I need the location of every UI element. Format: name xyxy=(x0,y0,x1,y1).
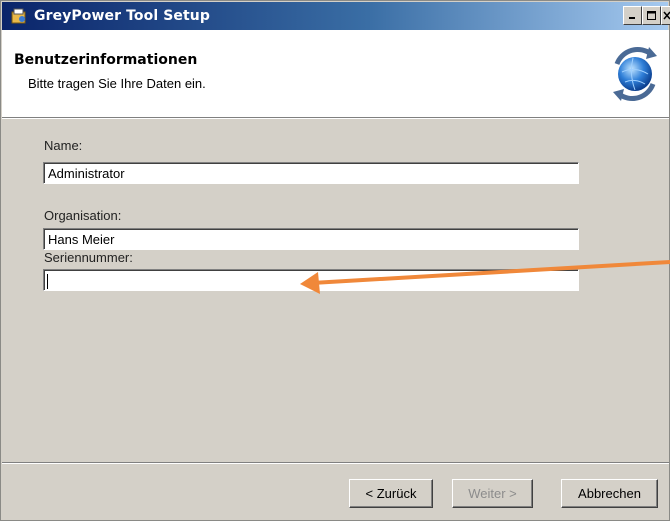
setup-window: GreyPower Tool Setup Benutzerinformation… xyxy=(0,0,670,521)
serial-number-field[interactable] xyxy=(43,269,579,291)
next-button[interactable]: Weiter > xyxy=(452,479,533,508)
page-title: Benutzerinformationen xyxy=(14,52,198,68)
maximize-icon xyxy=(647,11,656,20)
serial-label: Seriennummer: xyxy=(44,250,133,265)
title-bar[interactable]: GreyPower Tool Setup xyxy=(2,2,670,30)
maximize-button[interactable] xyxy=(642,6,661,25)
globe-sync-icon xyxy=(613,47,657,101)
cancel-button[interactable]: Abbrechen xyxy=(561,479,658,508)
minimize-button[interactable] xyxy=(623,6,642,25)
close-button[interactable] xyxy=(661,6,670,25)
text-caret xyxy=(47,274,48,289)
close-icon xyxy=(663,11,670,20)
minimize-icon xyxy=(629,17,635,19)
organisation-label: Organisation: xyxy=(44,208,122,223)
window-title: GreyPower Tool Setup xyxy=(34,8,210,24)
name-label: Name: xyxy=(44,138,83,153)
header-panel: Benutzerinformationen Bitte tragen Sie I… xyxy=(2,30,669,117)
footer-separator xyxy=(2,462,669,464)
name-field[interactable] xyxy=(43,162,579,184)
organisation-field[interactable] xyxy=(43,228,579,250)
header-separator xyxy=(2,117,669,119)
page-subtitle: Bitte tragen Sie Ihre Daten ein. xyxy=(28,76,206,91)
installer-app-icon xyxy=(11,8,26,24)
back-button[interactable]: < Zurück xyxy=(349,479,433,508)
